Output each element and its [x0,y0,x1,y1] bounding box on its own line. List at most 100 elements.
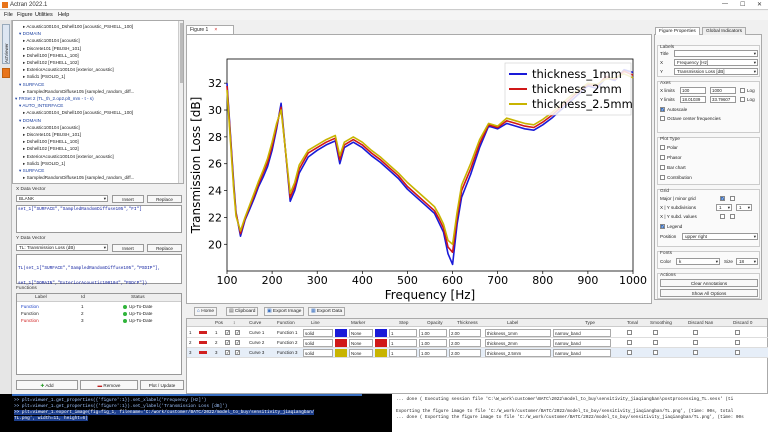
line-color-swatch[interactable] [335,349,347,357]
x-label-combo[interactable]: Frequency [Hz] [674,59,758,66]
curve-visible-checkbox[interactable]: ✓ [225,350,230,355]
discard-zero-checkbox[interactable] [735,350,740,355]
thickness-input[interactable]: 2.00 [449,349,481,357]
curve-label-input[interactable]: thickness_1mm [485,329,551,337]
marker-color-swatch[interactable] [375,339,387,347]
tree-item[interactable]: ▸ Dshell102 [PSHELL_102] [23,146,79,152]
x-vector-editor[interactable]: set_1["SURFACE","SampledRandomDiffuse105… [16,205,182,233]
marker-combo[interactable]: None [349,329,373,337]
y-insert-button[interactable]: Insert [112,244,144,252]
close-tab-icon[interactable]: × [214,27,217,33]
python-console[interactable]: >> plt=viewer_1.get_properties({'figure'… [12,394,362,432]
opacity-input[interactable]: 1.00 [419,329,447,337]
minimize-button[interactable]: — [722,1,728,7]
curve-row[interactable]: 1 1 ✓ ✓ Curve 1 Function 1 solid None 1 1.00 2.00 t… [187,328,768,338]
tree-item[interactable]: ▾ DOMAIN [19,118,41,124]
font-size-combo[interactable]: 18 [736,258,758,265]
thickness-input[interactable]: 2.00 [449,329,481,337]
export-image-button[interactable]: ▣ Export Image [264,307,305,316]
curve-row[interactable]: 2 2 ✓ ✓ Curve 2 Function 2 solid None 1 1.00 2.00 t… [187,338,768,348]
menu-help[interactable]: Help [58,12,69,18]
x-subdiv-combo[interactable]: 1 [716,204,732,211]
y-subdiv-combo[interactable]: 1 [736,204,752,211]
menu-utilities[interactable]: Utilities [35,12,53,18]
smoothing-checkbox[interactable] [653,330,658,335]
tree-item[interactable]: ▸ ExteriorAcoustic100104 [exterior_acous… [23,67,114,73]
discard-nan-checkbox[interactable] [693,330,698,335]
xlim-max-input[interactable]: 1000 [710,87,736,94]
add-function-button[interactable]: ✚ Add [16,380,78,390]
bar-chart-checkbox[interactable] [660,165,665,170]
remove-function-button[interactable]: ▬ Remove [80,380,138,390]
tree-item[interactable]: ▸ Discrete101 [PBUSH_101] [23,46,81,52]
x-log-checkbox[interactable] [740,88,745,93]
line-color-swatch[interactable] [335,339,347,347]
delete-row-icon[interactable] [199,331,207,334]
curve-row[interactable]: 3 3 ✓ ✓ Curve 3 Function 3 solid None 1 1.00 2.00 t… [187,348,768,358]
step-input[interactable]: 1 [389,339,417,347]
export-data-button[interactable]: ▦ Export Data [308,307,346,316]
tree-item[interactable]: ▾ FRSet 2 (TL_th_2.op2.plt_mm - t - s) [15,96,94,102]
curve-visible-checkbox[interactable]: ✓ [225,330,230,335]
marker-combo[interactable]: None [349,349,373,357]
tree-item[interactable]: ▸ Acoustic100104_Dshell100 [acoustic_PSH… [23,24,133,30]
discard-zero-checkbox[interactable] [735,330,740,335]
clipboard-button[interactable]: ▤ Clipboard [226,307,259,316]
tree-scroll-thumb[interactable] [180,23,183,83]
tree-item[interactable]: ▸ Dshell102 [PSHELL_102] [23,60,79,66]
curve-label-input[interactable]: thickness_2mm [485,339,551,347]
curve-visible-checkbox[interactable]: ✓ [235,340,240,345]
delete-row-icon[interactable] [199,341,207,344]
curve-type-combo[interactable]: narrow_band [553,339,611,347]
tree-item[interactable]: ▾ AUTO_INTERFACE [19,103,63,109]
y-vector-editor[interactable]: TL(set_1["SURFACE","SampledRandomDiffuse… [16,254,182,286]
x-replace-button[interactable]: Replace [147,195,182,203]
tree-item[interactable]: ▾ SURFACE [19,82,44,88]
tree-item[interactable]: ▸ Solid1 [PSOLID_1] [23,74,65,80]
tonal-checkbox[interactable] [627,340,632,345]
curve-label-input[interactable]: thickness_2.5mm [485,349,551,357]
tree-item[interactable]: ▸ Acoustic100104 [acoustic] [23,38,80,44]
tree-scrollbar[interactable] [178,21,183,183]
marker-color-swatch[interactable] [375,329,387,337]
x-insert-button[interactable]: Insert [112,195,144,203]
line-color-swatch[interactable] [335,329,347,337]
tab-global-indicators[interactable]: Global Indicators [702,27,746,35]
tab-figure-1[interactable]: Figure 1 × [186,25,234,34]
clear-annotations-button[interactable]: Clear Annotations [660,279,758,287]
close-button[interactable]: ✕ [757,1,762,8]
step-input[interactable]: 1 [389,349,417,357]
xlim-min-input[interactable]: 100 [680,87,706,94]
polar-checkbox[interactable] [660,145,665,150]
tree-item[interactable]: ▸ Acoustic100104 [acoustic] [23,125,80,131]
tree-item[interactable]: ▸ Dshell100 [PSHELL_100] [23,53,79,59]
y-replace-button[interactable]: Replace [147,244,182,252]
tree-item[interactable]: ▸ SampledRandomDiffuse105 [sampled_rando… [23,175,134,181]
show-all-options-button[interactable]: Show All Options [660,289,758,297]
marker-combo[interactable]: None [349,339,373,347]
phasor-checkbox[interactable] [660,155,665,160]
thickness-input[interactable]: 2.00 [449,339,481,347]
tree-item[interactable]: ▸ Dshell100 [PSHELL_100] [23,139,79,145]
menu-figure[interactable]: Figure [17,12,33,18]
tree-item[interactable]: ▸ Acoustic100104_Dshell100 [acoustic_PSH… [23,110,133,116]
title-combo[interactable] [674,50,758,57]
curve-visible-checkbox[interactable]: ✓ [225,340,230,345]
octave-checkbox[interactable] [660,116,665,121]
discard-nan-checkbox[interactable] [693,350,698,355]
step-input[interactable]: 1 [389,329,417,337]
legend-checkbox[interactable]: ✓ [660,224,665,229]
curve-type-combo[interactable]: narrow_band [553,329,611,337]
autoscale-checkbox[interactable]: ✓ [660,107,665,112]
opacity-input[interactable]: 1.00 [419,339,447,347]
line-style-combo[interactable]: solid [303,349,333,357]
font-color-combo[interactable]: k [676,258,720,265]
smoothing-checkbox[interactable] [653,340,658,345]
tab-figure-properties[interactable]: Figure Properties [655,27,700,35]
y-subd-values-checkbox[interactable] [730,214,735,219]
discard-zero-checkbox[interactable] [735,340,740,345]
plot-update-button[interactable]: Plot / Update [140,380,184,390]
line-style-combo[interactable]: solid [303,329,333,337]
plot-canvas[interactable]: 100 200 300 400 500 600 700 800 900 1000 20 22 24 26 2… [186,34,652,304]
tonal-checkbox[interactable] [627,350,632,355]
